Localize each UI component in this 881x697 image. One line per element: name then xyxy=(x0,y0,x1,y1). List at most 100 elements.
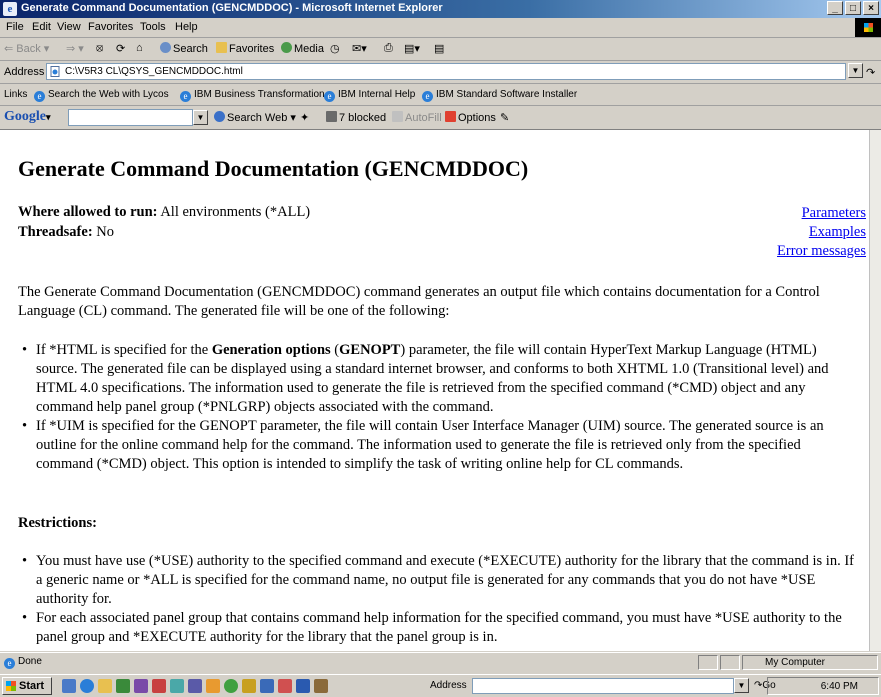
quicklaunch-icon[interactable] xyxy=(170,679,184,693)
page-content: Generate Command Documentation (GENCMDDO… xyxy=(0,130,869,651)
word-quicklaunch-icon[interactable] xyxy=(296,679,310,693)
link-ibm-help[interactable]: e IBM Internal Help xyxy=(324,89,415,102)
refresh-icon[interactable]: ⟳ xyxy=(116,42,125,55)
popup-blocker-button[interactable]: 7 blocked xyxy=(326,111,386,124)
menu-view[interactable]: View xyxy=(57,21,81,33)
options-button[interactable]: Options xyxy=(445,111,496,124)
autofill-icon xyxy=(392,111,403,122)
menu-tools[interactable]: Tools xyxy=(140,21,166,33)
address-input[interactable]: C:\V5R3 CL\QSYS_GENCMDDOC.html xyxy=(46,63,846,80)
print-icon[interactable]: ⎙ xyxy=(384,42,393,55)
links-bar: Links e Search the Web with Lycos e IBM Bu… xyxy=(0,84,881,106)
pagerank-icon[interactable]: ✦ xyxy=(300,111,309,124)
mail-icon[interactable]: ✉▾ xyxy=(352,42,367,55)
quicklaunch-icon[interactable] xyxy=(278,679,292,693)
status-done: e Done xyxy=(4,656,42,669)
ie-link-icon: e xyxy=(324,91,335,102)
google-search-dropdown[interactable]: ▼ xyxy=(193,110,208,125)
taskbar-address-dropdown[interactable]: ▼ xyxy=(734,678,749,693)
edit-word-icon[interactable]: ▤▾ xyxy=(404,42,420,55)
ie-link-icon: e xyxy=(180,91,191,102)
window-title: Generate Command Documentation (GENCMDDO… xyxy=(21,2,443,14)
ie-link-icon: e xyxy=(422,91,433,102)
quicklaunch-icon[interactable] xyxy=(242,679,256,693)
clock: 6:40 PM xyxy=(820,681,858,692)
taskbar-address-input[interactable] xyxy=(472,678,734,694)
media-button[interactable]: Media xyxy=(281,42,324,55)
ie-status-icon: e xyxy=(4,658,15,669)
favorites-icon xyxy=(216,42,227,53)
address-value: C:\V5R3 CL\QSYS_GENCMDDOC.html xyxy=(65,66,243,77)
section-links: Parameters Examples Error messages xyxy=(777,204,866,261)
search-icon xyxy=(160,42,171,53)
maximize-button[interactable]: □ xyxy=(845,1,861,15)
address-bar: Address C:\V5R3 CL\QSYS_GENCMDDOC.html ▼… xyxy=(0,61,881,84)
media-label: Media xyxy=(294,43,324,55)
quicklaunch-icon[interactable] xyxy=(62,679,76,693)
search-button[interactable]: Search xyxy=(160,42,208,55)
restriction-authority: You must have use (*USE) authority to th… xyxy=(22,552,858,609)
start-button[interactable]: Start xyxy=(2,677,52,695)
back-button[interactable]: ⇐ Back ▾ xyxy=(4,42,49,55)
where-allowed-row: Where allowed to run: All environments (… xyxy=(18,204,311,220)
ie-link-icon: e xyxy=(34,91,45,102)
options-icon xyxy=(445,111,456,122)
taskbar-address-label: Address xyxy=(430,680,467,691)
go-button[interactable]: ↷ xyxy=(866,66,875,79)
zone-cell: My Computer xyxy=(742,655,878,670)
error-messages-link[interactable]: Error messages xyxy=(777,242,866,261)
home-icon[interactable]: ⌂ xyxy=(136,42,143,54)
quicklaunch-icon[interactable] xyxy=(116,679,130,693)
link-lycos[interactable]: e Search the Web with Lycos xyxy=(34,89,169,102)
status-cell xyxy=(698,655,718,670)
stop-icon[interactable]: ⦻ xyxy=(96,42,103,55)
quicklaunch-icon[interactable] xyxy=(98,679,112,693)
quicklaunch-icon[interactable] xyxy=(188,679,202,693)
standard-toolbar: ⇐ Back ▾ ⇒ ▾ ⦻ ⟳ ⌂ Search Favorites Medi… xyxy=(0,38,881,61)
page-icon xyxy=(50,66,60,77)
bullet-uim-option: If *UIM is specified for the GENOPT para… xyxy=(22,417,858,474)
google-logo[interactable]: Google▾ xyxy=(4,109,51,125)
menu-help[interactable]: Help xyxy=(175,21,198,33)
google-toolbar: Google▾ ▼ Search Web ▾ ✦ 7 blocked AutoF… xyxy=(0,106,881,130)
link-ibm-business[interactable]: e IBM Business Transformation xyxy=(180,89,325,102)
history-icon[interactable]: ◷ xyxy=(330,42,340,55)
ie-quicklaunch-icon[interactable] xyxy=(80,679,94,693)
highlighter-icon[interactable]: ✎ xyxy=(500,111,509,124)
windows-logo-icon xyxy=(855,18,881,37)
link-ibm-installer[interactable]: e IBM Standard Software Installer xyxy=(422,89,577,102)
menu-file[interactable]: File xyxy=(6,21,24,33)
quicklaunch-icon[interactable] xyxy=(314,679,328,693)
menu-edit[interactable]: Edit xyxy=(32,21,51,33)
threadsafe-row: Threadsafe: No xyxy=(18,224,115,240)
minimize-button[interactable]: _ xyxy=(827,1,843,15)
quicklaunch-icon[interactable] xyxy=(224,679,238,693)
quicklaunch-icon[interactable] xyxy=(134,679,148,693)
my-computer-label: My Computer xyxy=(765,657,826,668)
forward-button[interactable]: ⇒ ▾ xyxy=(66,42,84,55)
media-icon xyxy=(281,42,292,53)
examples-link[interactable]: Examples xyxy=(777,223,866,242)
status-bar: e Done My Computer xyxy=(0,652,881,673)
favorites-button[interactable]: Favorites xyxy=(216,42,274,55)
quicklaunch-icon[interactable] xyxy=(152,679,166,693)
parameters-link[interactable]: Parameters xyxy=(777,204,866,223)
close-button[interactable]: × xyxy=(863,1,879,15)
google-search-input[interactable] xyxy=(68,109,193,126)
popup-blocked-icon xyxy=(326,111,337,122)
quicklaunch-icon[interactable] xyxy=(206,679,220,693)
binoculars-icon xyxy=(214,111,225,122)
bullet-html-option: If *HTML is specified for the Generation… xyxy=(22,341,858,417)
search-web-button[interactable]: Search Web ▾ xyxy=(214,111,296,124)
restriction-panel-group: For each associated panel group that con… xyxy=(22,609,858,647)
discuss-icon[interactable]: ▤ xyxy=(434,42,444,55)
taskbar: Start Address ▼ ↷Go 6:40 PM xyxy=(0,674,881,697)
status-cell xyxy=(720,655,740,670)
menu-favorites[interactable]: Favorites xyxy=(88,21,133,33)
title-bar: e Generate Command Documentation (GENCMD… xyxy=(0,0,881,18)
system-tray: 6:40 PM xyxy=(767,677,879,695)
address-dropdown-button[interactable]: ▼ xyxy=(848,63,863,78)
vertical-scrollbar[interactable] xyxy=(869,130,881,651)
autofill-button[interactable]: AutoFill xyxy=(392,111,442,124)
quicklaunch-icon[interactable] xyxy=(260,679,274,693)
